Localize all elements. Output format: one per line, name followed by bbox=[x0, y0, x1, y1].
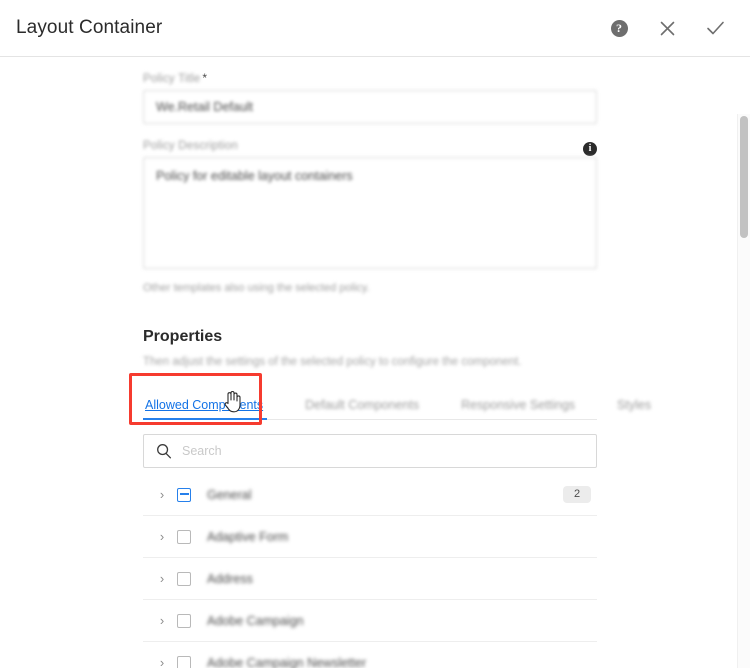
component-count-badge: 2 bbox=[563, 486, 591, 503]
properties-description: Then adjust the settings of the selected… bbox=[143, 356, 522, 368]
properties-heading: Properties bbox=[143, 328, 223, 345]
component-checkbox[interactable] bbox=[177, 571, 191, 586]
check-icon bbox=[706, 20, 725, 37]
help-button[interactable]: ? bbox=[606, 15, 632, 41]
form-content: Policy Title * Policy Description i Othe… bbox=[142, 57, 651, 668]
close-icon bbox=[659, 20, 676, 37]
properties-tabs: Allowed Components Default Components Re… bbox=[142, 390, 651, 420]
component-checkbox[interactable] bbox=[177, 655, 191, 668]
policy-title-input[interactable] bbox=[143, 90, 597, 124]
list-item[interactable]: › Adaptive Form bbox=[143, 516, 597, 558]
close-button[interactable] bbox=[654, 15, 680, 41]
search-input[interactable] bbox=[143, 434, 597, 468]
component-checkbox[interactable] bbox=[177, 529, 191, 544]
required-marker: * bbox=[202, 71, 208, 85]
dialog-body: Policy Title * Policy Description i Othe… bbox=[0, 57, 750, 668]
policy-description-textarea[interactable] bbox=[143, 157, 597, 269]
page-title: Layout Container bbox=[16, 17, 163, 38]
component-label: General bbox=[207, 487, 252, 502]
list-item[interactable]: › Address bbox=[143, 558, 597, 600]
help-circle-icon: ? bbox=[610, 19, 628, 37]
component-label: Adaptive Form bbox=[207, 529, 289, 544]
chevron-right-icon[interactable]: › bbox=[155, 487, 169, 502]
tab-styles[interactable]: Styles bbox=[617, 398, 651, 420]
chevron-right-icon[interactable]: › bbox=[155, 571, 169, 586]
tab-allowed-components[interactable]: Allowed Components bbox=[142, 398, 268, 420]
list-item[interactable]: › Adobe Campaign bbox=[143, 600, 597, 642]
list-item[interactable]: › Adobe Campaign Newsletter bbox=[143, 642, 597, 668]
vertical-scrollbar[interactable] bbox=[737, 114, 750, 668]
policy-title-field: Policy Title * bbox=[143, 71, 597, 124]
header-actions: ? bbox=[606, 15, 728, 41]
component-search bbox=[143, 434, 597, 468]
policy-description-label-row: Policy Description i bbox=[143, 140, 597, 157]
confirm-button[interactable] bbox=[702, 15, 728, 41]
component-label: Address bbox=[207, 571, 253, 586]
component-label: Adobe Campaign bbox=[207, 613, 304, 628]
policy-description-field: Policy Description i Other templates als… bbox=[143, 140, 597, 294]
search-icon bbox=[156, 443, 172, 459]
allowed-components-list: › General 2 › Adaptive Form › Address › … bbox=[143, 474, 597, 668]
component-checkbox[interactable] bbox=[177, 487, 191, 502]
policy-description-label: Policy Description bbox=[143, 140, 238, 152]
component-label: Adobe Campaign Newsletter bbox=[207, 655, 367, 668]
dialog-header: Layout Container ? bbox=[0, 0, 750, 57]
tab-default-components[interactable]: Default Components bbox=[305, 398, 419, 420]
component-checkbox[interactable] bbox=[177, 613, 191, 628]
tab-responsive-settings[interactable]: Responsive Settings bbox=[461, 398, 575, 420]
policy-title-label-row: Policy Title * bbox=[143, 71, 597, 90]
chevron-right-icon[interactable]: › bbox=[155, 655, 169, 668]
chevron-right-icon[interactable]: › bbox=[155, 613, 169, 628]
policy-helper-text: Other templates also using the selected … bbox=[143, 282, 370, 294]
chevron-right-icon[interactable]: › bbox=[155, 529, 169, 544]
scrollbar-thumb[interactable] bbox=[740, 116, 748, 238]
policy-title-label: Policy Title bbox=[143, 73, 201, 85]
list-item[interactable]: › General 2 bbox=[143, 474, 597, 516]
info-icon[interactable]: i bbox=[583, 141, 597, 156]
